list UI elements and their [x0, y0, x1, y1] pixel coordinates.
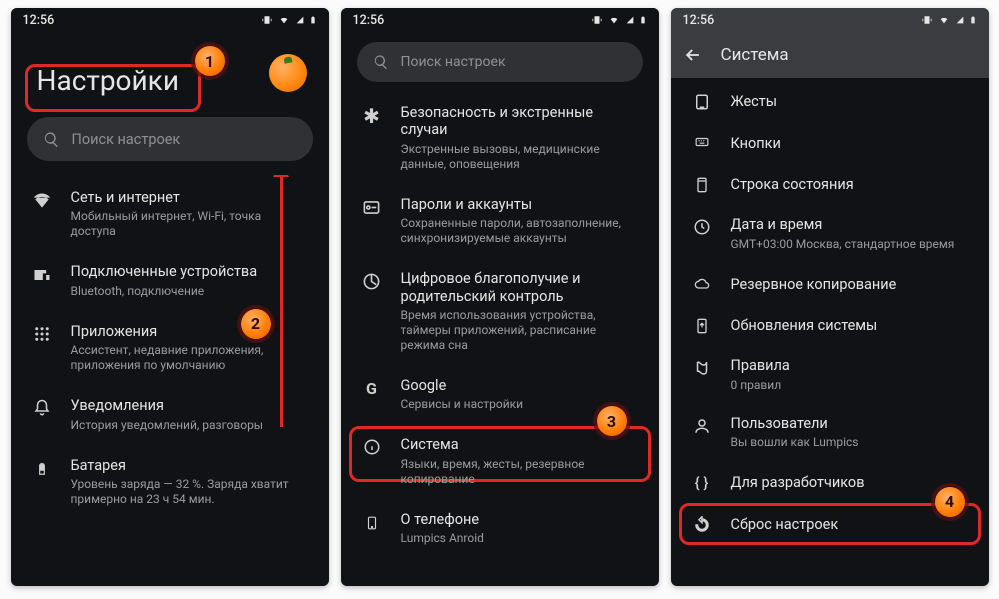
search-icon [373, 54, 389, 70]
search-placeholder: Поиск настроек [401, 54, 506, 70]
clock-icon [691, 218, 713, 236]
wifi-icon [937, 15, 951, 25]
wifi-icon [607, 15, 621, 25]
search-input[interactable]: Поиск настроек [357, 42, 643, 82]
item-reset[interactable]: Сброс настроек [671, 503, 989, 545]
signal-icon [956, 15, 964, 25]
status-bar: 12:56 [341, 8, 659, 32]
status-icons [592, 14, 647, 26]
signal-icon [626, 15, 634, 25]
apps-icon [31, 325, 53, 343]
bell-icon [31, 399, 53, 417]
status-bar: 12:56 [671, 8, 989, 32]
cloud-icon [691, 276, 713, 292]
reset-icon [691, 516, 713, 534]
phone-panel-3: 12:56 Система Жесты Кнопки [671, 8, 989, 586]
item-system[interactable]: СистемаЯзыки, время, жесты, резервное ко… [341, 424, 659, 498]
wellbeing-icon [361, 272, 383, 291]
gesture-icon [691, 93, 713, 111]
info-icon [361, 438, 383, 456]
rules-icon [691, 359, 713, 377]
item-rules[interactable]: Правила0 правил [671, 346, 989, 403]
search-input[interactable]: Поиск настроек [27, 117, 313, 161]
item-battery[interactable]: БатареяУровень заряда — 32 %. Заряда хва… [11, 445, 329, 519]
signal-icon [296, 15, 304, 25]
system-header: Система [671, 32, 989, 78]
item-backup[interactable]: Резервное копирование [671, 263, 989, 304]
battery-icon [309, 14, 317, 26]
phone-panel-1: 12:56 1 Настройки Поиск настроек Сеть и … [11, 8, 329, 586]
back-button[interactable] [683, 45, 703, 65]
item-notifications[interactable]: УведомленияИстория уведомлений, разговор… [11, 385, 329, 444]
keyboard-icon [691, 135, 713, 149]
statusbar-icon [691, 176, 713, 194]
key-icon [361, 198, 383, 217]
search-icon [43, 131, 60, 148]
status-time: 12:56 [683, 13, 715, 28]
item-about-phone[interactable]: О телефонеLumpics Anroid [341, 499, 659, 558]
status-icons [262, 14, 317, 26]
phone-panel-2: 12:56 Поиск настроек ✱ Безопасность и эк… [341, 8, 659, 586]
user-icon [691, 417, 713, 435]
battery-icon [969, 14, 977, 26]
braces-icon: { } [691, 474, 713, 492]
google-icon: G [361, 379, 383, 398]
tutorial-composite: 12:56 1 Настройки Поиск настроек Сеть и … [0, 0, 999, 599]
item-status-bar[interactable]: Строка состояния [671, 163, 989, 205]
status-icons [922, 14, 977, 26]
battery-icon [31, 459, 53, 479]
search-placeholder: Поиск настроек [72, 131, 181, 148]
settings-list: ✱ Безопасность и экстренные случаиЭкстре… [341, 90, 659, 586]
phone-icon [361, 513, 383, 533]
update-icon [691, 317, 713, 335]
system-list: Жесты Кнопки Строка состояния Дата и вре… [671, 78, 989, 586]
vibrate-icon [592, 15, 602, 25]
asterisk-icon: ✱ [361, 106, 383, 126]
item-users[interactable]: ПользователиВы вошли как Lumpics [671, 404, 989, 461]
settings-list: Сеть и интернетМобильный интернет, Wi-Fi… [11, 175, 329, 586]
wifi-icon [31, 191, 53, 211]
item-developer[interactable]: { } Для разработчиков [671, 461, 989, 503]
item-google[interactable]: G GoogleСервисы и настройки [341, 365, 659, 424]
header-title: Система [721, 45, 789, 65]
item-connected-devices[interactable]: Подключенные устройстваBluetooth, подклю… [11, 251, 329, 310]
vibrate-icon [922, 15, 932, 25]
status-bar: 12:56 [11, 8, 329, 32]
devices-icon [31, 265, 53, 285]
item-buttons[interactable]: Кнопки [671, 122, 989, 163]
status-time: 12:56 [23, 13, 55, 28]
vibrate-icon [262, 15, 272, 25]
item-updates[interactable]: Обновления системы [671, 304, 989, 346]
item-gestures[interactable]: Жесты [671, 80, 989, 122]
item-date-time[interactable]: Дата и времяGMT+03:00 Москва, стандартно… [671, 205, 989, 262]
wifi-icon [277, 15, 291, 25]
avatar[interactable] [269, 54, 307, 92]
item-security[interactable]: ✱ Безопасность и экстренные случаиЭкстре… [341, 92, 659, 184]
item-passwords[interactable]: Пароли и аккаунтыСохраненные пароли, авт… [341, 184, 659, 258]
status-time: 12:56 [353, 13, 385, 28]
item-apps[interactable]: ПриложенияАссистент, недавние приложения… [11, 311, 329, 385]
item-network[interactable]: Сеть и интернетМобильный интернет, Wi-Fi… [11, 177, 329, 251]
item-wellbeing[interactable]: Цифровое благополучие и родительский кон… [341, 258, 659, 365]
battery-icon [639, 14, 647, 26]
